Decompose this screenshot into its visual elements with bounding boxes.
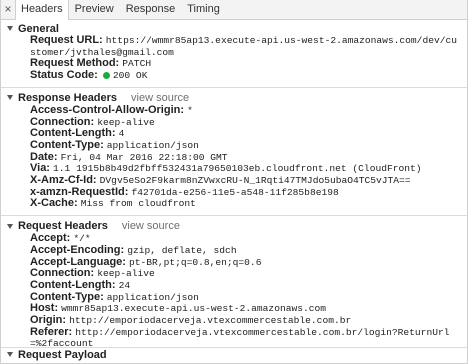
response-headers-section-header[interactable]: Response Headers view source	[1, 86, 467, 105]
header-row: Host: wmmr85ap13.execute-api.us-west-2.a…	[1, 303, 467, 315]
header-value: keep-alive	[97, 268, 155, 280]
header-name: X-Amz-Cf-Id:	[30, 174, 97, 187]
request-url-row: Request URL: https://wmmr85ap13.execute-…	[1, 34, 467, 58]
header-name: x-amzn-RequestId:	[30, 185, 129, 198]
request-payload-section-header[interactable]: Request Payload	[1, 347, 467, 361]
header-row: Content-Type: application/json	[1, 290, 467, 304]
header-name: Referer:	[30, 325, 73, 338]
header-value: pt-BR,pt;q=0.8,en;q=0.6	[129, 256, 262, 268]
header-name: X-Cache:	[30, 197, 78, 210]
header-value: wmmr85ap13.execute-api.us-west-2.amazona…	[61, 303, 327, 315]
tab-preview[interactable]: Preview	[69, 0, 120, 19]
tab-headers[interactable]: Headers	[15, 0, 69, 20]
header-name: Content-Type:	[30, 138, 104, 151]
header-row: Referer: http://emporiodacerveja.vtexcom…	[1, 325, 467, 347]
expand-triangle-icon	[7, 26, 13, 31]
header-value: Fri, 04 Mar 2016 22:18:00 GMT	[60, 151, 228, 163]
status-dot-icon	[102, 72, 110, 80]
request-headers-section: Request Headers view source Accept: */* A…	[1, 215, 467, 347]
header-value: gzip, deflate, sdch	[127, 244, 237, 256]
header-value: application/json	[106, 291, 199, 303]
header-value: application/json	[106, 139, 199, 151]
expand-triangle-icon	[7, 95, 13, 101]
request-url-label: Request URL:	[30, 34, 103, 46]
header-name: Accept-Encoding:	[30, 243, 125, 256]
request-headers-title: Request Headers	[18, 220, 108, 233]
header-name: Date:	[30, 150, 58, 163]
request-headers-section-header[interactable]: Request Headers view source	[1, 215, 467, 233]
general-section-title: General	[18, 22, 59, 35]
header-value: keep-alive	[97, 116, 155, 128]
header-name: Accept:	[30, 232, 71, 245]
headers-content: General Request URL: https://wmmr85ap13.…	[1, 20, 467, 347]
response-headers-list: Access-Control-Allow-Origin: * Connection…	[1, 103, 467, 210]
header-name: Content-Type:	[30, 290, 104, 303]
tab-response[interactable]: Response	[120, 0, 182, 19]
header-value: http://emporiodacerveja.vtexcommercestab…	[69, 315, 352, 327]
header-name: Host:	[30, 302, 59, 315]
header-name: Accept-Language:	[30, 255, 126, 268]
request-method-label: Request Method:	[30, 57, 120, 70]
header-value: */*	[73, 233, 91, 245]
header-value: http://emporiodacerveja.vtexcommercestab…	[30, 326, 450, 347]
detail-tab-bar: × Headers Preview Response Timing	[1, 0, 467, 20]
status-code-row: Status Code: 200 OK	[1, 69, 467, 82]
request-payload-title: Request Payload	[18, 348, 107, 361]
devtools-network-detail-panel: × Headers Preview Response Timing Genera…	[0, 0, 468, 364]
status-code-label: Status Code:	[30, 69, 98, 82]
header-value: Miss from cloudfront	[80, 198, 196, 210]
tab-timing[interactable]: Timing	[181, 0, 226, 19]
header-name: Connection:	[30, 267, 95, 280]
header-row: X-Cache: Miss from cloudfront	[1, 198, 467, 210]
status-code-value: 200 OK	[112, 70, 148, 82]
response-headers-title: Response Headers	[18, 91, 118, 104]
header-value: *	[187, 104, 193, 116]
request-headers-list: Accept: */* Accept-Encoding: gzip, deflat…	[1, 232, 467, 347]
response-headers-section: Response Headers view source Access-Cont…	[1, 86, 467, 213]
expand-triangle-icon	[7, 352, 13, 357]
header-value: f42701da-e256-11e5-a548-11f285b8e198	[131, 186, 339, 198]
header-value: 24	[118, 279, 131, 291]
close-icon[interactable]: ×	[1, 0, 15, 19]
header-name: Content-Length:	[30, 278, 116, 291]
header-value: DVgv5eSo2F9karm8nZVwxcRU-N_1Rqti47TMJdo5…	[99, 175, 411, 187]
header-name: Access-Control-Allow-Origin:	[30, 103, 185, 116]
header-name: Origin:	[30, 314, 67, 327]
header-value: 1.1 1915b8b49d2fbff532431a79650103eb.clo…	[53, 163, 422, 175]
header-name: Via:	[30, 162, 50, 175]
header-name: Content-Length:	[30, 127, 116, 140]
request-method-value: PATCH	[122, 58, 152, 70]
expand-triangle-icon	[7, 223, 13, 229]
request-view-source-link[interactable]: view source	[122, 220, 180, 232]
header-name: Connection:	[30, 115, 95, 128]
header-row: Date: Fri, 04 Mar 2016 22:18:00 GMT	[1, 150, 467, 164]
response-view-source-link[interactable]: view source	[131, 92, 189, 104]
header-row: Content-Type: application/json	[1, 138, 467, 152]
general-section: General Request URL: https://wmmr85ap13.…	[1, 22, 467, 85]
header-value: 4	[118, 128, 125, 140]
